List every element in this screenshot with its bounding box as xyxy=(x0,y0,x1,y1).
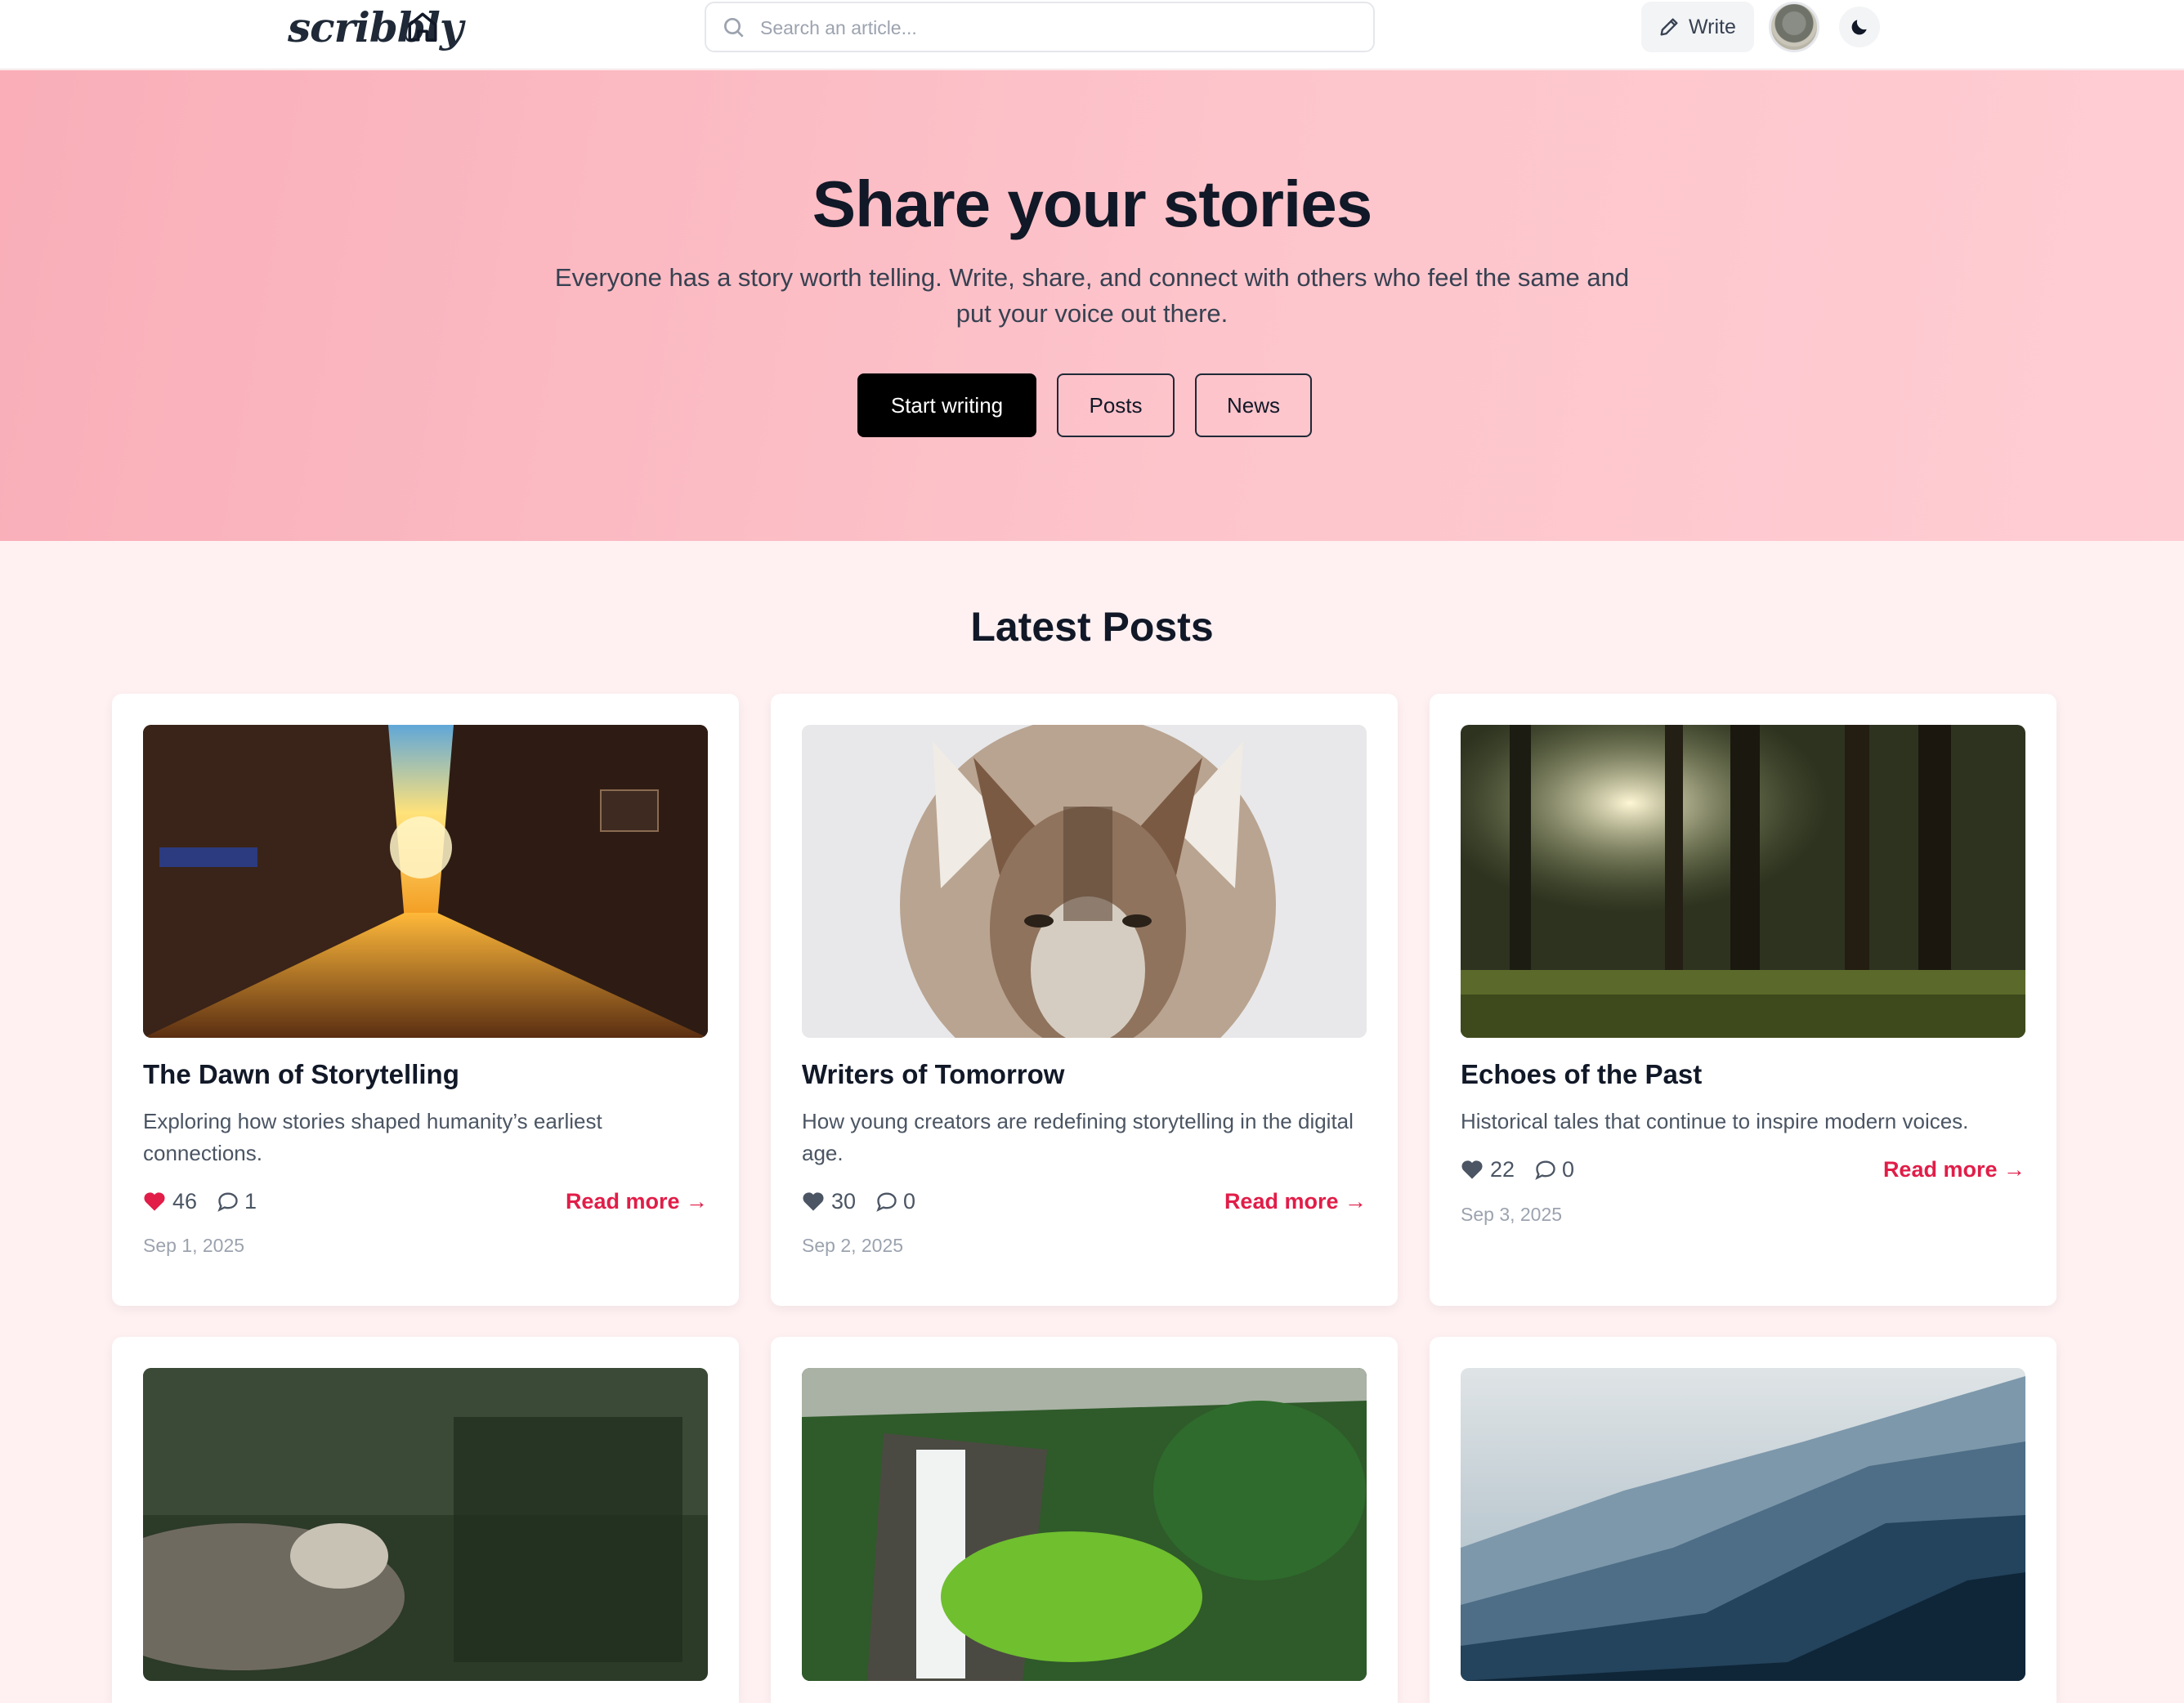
write-button[interactable]: Write xyxy=(1641,2,1754,52)
heart-icon[interactable] xyxy=(802,1191,825,1212)
start-writing-button[interactable]: Start writing xyxy=(857,373,1036,437)
avatar[interactable] xyxy=(1769,2,1819,52)
hero-title: Share your stories xyxy=(812,168,1373,240)
post-image[interactable] xyxy=(802,1368,1367,1681)
like-count: 46 xyxy=(172,1188,198,1214)
read-more-link[interactable]: Read more → xyxy=(1224,1187,1367,1216)
heart-icon[interactable] xyxy=(1461,1159,1484,1180)
comment-icon[interactable] xyxy=(217,1191,239,1212)
like-count: 22 xyxy=(1490,1156,1515,1182)
post-image[interactable] xyxy=(143,1368,708,1681)
post-stats: 30 0 xyxy=(802,1187,915,1216)
comment-icon[interactable] xyxy=(1534,1159,1557,1180)
post-card[interactable]: The Dawn of Storytelling Exploring how s… xyxy=(112,694,739,1306)
post-image[interactable] xyxy=(802,725,1367,1038)
pencil-icon xyxy=(1660,18,1678,36)
post-title[interactable]: Writers of Tomorrow xyxy=(802,1059,1064,1090)
post-title[interactable]: Echoes of the Past xyxy=(1461,1059,1702,1090)
post-description: How young creators are redefining storyt… xyxy=(802,1109,1354,1165)
comment-count: 0 xyxy=(903,1188,916,1214)
read-more-link[interactable]: Read more → xyxy=(1883,1155,2025,1184)
post-card[interactable] xyxy=(112,1337,739,1703)
post-description: Exploring how stories shaped humanity’s … xyxy=(143,1109,602,1165)
post-title[interactable]: The Dawn of Storytelling xyxy=(143,1059,459,1090)
hero-section: Share your stories Everyone has a story … xyxy=(0,70,2184,541)
post-date: Sep 3, 2025 xyxy=(1461,1204,1563,1225)
comment-count: 1 xyxy=(244,1188,257,1214)
heart-icon[interactable] xyxy=(143,1191,166,1212)
news-button[interactable]: News xyxy=(1195,373,1312,437)
post-image[interactable] xyxy=(1461,725,2025,1038)
post-card[interactable] xyxy=(1430,1337,2056,1703)
latest-posts-heading: Latest Posts xyxy=(970,604,1214,650)
write-button-label: Write xyxy=(1689,16,1736,38)
moon-icon xyxy=(1851,20,1867,35)
post-card[interactable] xyxy=(771,1337,1398,1703)
post-stats: 22 0 xyxy=(1461,1155,1574,1184)
comment-icon[interactable] xyxy=(875,1191,898,1212)
post-card[interactable]: Writers of Tomorrow How young creators a… xyxy=(771,694,1398,1306)
posts-button[interactable]: Posts xyxy=(1057,373,1175,437)
post-image[interactable] xyxy=(143,725,708,1038)
read-more-link[interactable]: Read more → xyxy=(566,1187,708,1216)
post-image[interactable] xyxy=(1461,1368,2025,1681)
search-icon xyxy=(724,18,744,38)
like-count: 30 xyxy=(831,1188,857,1214)
search-input[interactable]: Search an article... xyxy=(760,17,917,39)
search-bar[interactable]: Search an article... xyxy=(705,2,1375,52)
post-date: Sep 1, 2025 xyxy=(143,1235,245,1256)
post-card[interactable]: Echoes of the Past Historical tales that… xyxy=(1430,694,2056,1306)
post-date: Sep 2, 2025 xyxy=(802,1235,904,1256)
comment-count: 0 xyxy=(1562,1156,1575,1182)
hero-subtitle: Everyone has a story worth telling. Writ… xyxy=(554,263,1630,328)
theme-toggle-button[interactable] xyxy=(1839,7,1880,47)
home-icon[interactable] xyxy=(405,10,440,44)
post-stats: 46 1 xyxy=(143,1187,257,1216)
top-navbar: scribbly Search an article... Write xyxy=(0,0,2184,69)
post-description: Historical tales that continue to inspir… xyxy=(1461,1109,1969,1133)
